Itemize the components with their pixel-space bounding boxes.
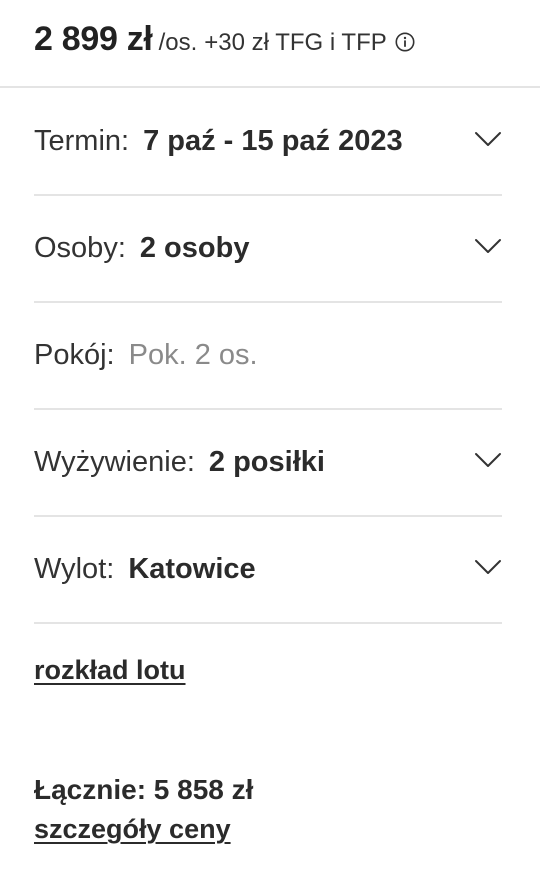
option-row-term[interactable]: Termin: 7 paź - 15 paź 2023 [34,89,502,196]
price-line: 2 899 zł /os. +30 zł TFG i TFP [34,20,415,59]
term-value: 7 paź - 15 paź 2023 [143,125,403,157]
price-per-unit: /os. [158,29,198,56]
chevron-down-icon[interactable] [474,130,502,148]
persons-label: Osoby: [34,232,126,264]
price-details-link[interactable]: szczegóły ceny [34,814,231,845]
price-extra-fees: +30 zł TFG i TFP [204,29,387,56]
info-circle-icon[interactable] [395,32,415,52]
price-header: 2 899 zł /os. +30 zł TFG i TFP [0,0,540,88]
chevron-down-icon[interactable] [474,237,502,255]
chevron-down-icon[interactable] [474,451,502,469]
option-row-room: Pokój: Pok. 2 os. [34,303,502,410]
price-per-person: 2 899 zł [34,20,153,58]
departure-value: Katowice [128,553,256,585]
total-price: Łącznie: 5 858 zł [34,774,254,805]
board-label: Wyżywienie: [34,446,195,478]
persons-value: 2 osoby [139,232,250,264]
flight-schedule-link[interactable]: rozkład lotu [34,655,186,686]
room-label: Pokój: [34,339,115,371]
option-row-persons[interactable]: Osoby: 2 osoby [34,196,502,303]
term-label: Termin: [34,125,130,157]
option-row-board[interactable]: Wyżywienie: 2 posiłki [34,410,502,517]
room-value: Pok. 2 os. [128,339,258,371]
board-value: 2 posiłki [208,446,325,478]
chevron-down-icon[interactable] [474,558,502,576]
option-row-departure[interactable]: Wylot: Katowice [34,517,502,624]
departure-label: Wylot: [34,553,115,585]
